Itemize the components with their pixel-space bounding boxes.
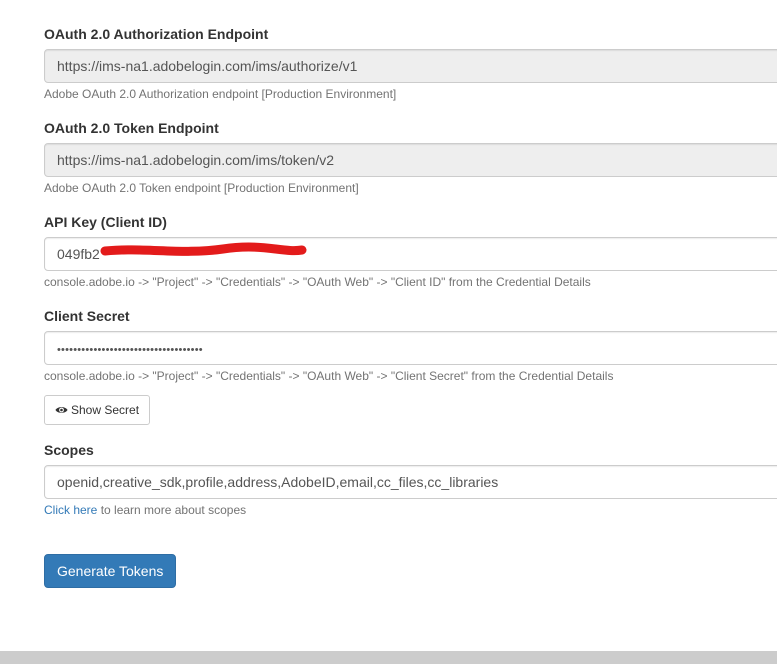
api-key-help: console.adobe.io -> "Project" -> "Creden… (44, 275, 591, 289)
token-endpoint-label: OAuth 2.0 Token Endpoint (44, 120, 219, 136)
eye-icon (55, 407, 68, 413)
client-secret-help: console.adobe.io -> "Project" -> "Creden… (44, 369, 614, 383)
scopes-help: Click here to learn more about scopes (44, 503, 246, 517)
scopes-field[interactable]: openid,creative_sdk,profile,address,Adob… (44, 465, 777, 499)
scopes-help-link[interactable]: Click here (44, 503, 97, 517)
api-key-value: 049fb2 (57, 246, 100, 262)
show-secret-button[interactable]: Show Secret (44, 395, 151, 425)
client-secret-label: Client Secret (44, 308, 130, 324)
scopes-help-text: to learn more about scopes (97, 503, 247, 517)
client-secret-value: •••••••••••••••••••••••••••••••••••• (57, 344, 203, 356)
api-key-field[interactable]: 049fb2 (44, 237, 777, 271)
footer-bar (0, 651, 777, 664)
redaction-mark (100, 242, 307, 256)
scopes-label: Scopes (44, 442, 94, 458)
show-secret-label: Show Secret (71, 403, 140, 417)
auth-endpoint-help: Adobe OAuth 2.0 Authorization endpoint [… (44, 87, 397, 101)
token-endpoint-help: Adobe OAuth 2.0 Token endpoint [Producti… (44, 181, 359, 195)
api-key-label: API Key (Client ID) (44, 214, 167, 230)
client-secret-field[interactable]: •••••••••••••••••••••••••••••••••••• (44, 331, 777, 365)
auth-endpoint-field[interactable]: https://ims-na1.adobelogin.com/ims/autho… (44, 49, 777, 83)
token-endpoint-field[interactable]: https://ims-na1.adobelogin.com/ims/token… (44, 143, 777, 177)
generate-tokens-button[interactable]: Generate Tokens (44, 554, 177, 588)
auth-endpoint-label: OAuth 2.0 Authorization Endpoint (44, 26, 269, 42)
